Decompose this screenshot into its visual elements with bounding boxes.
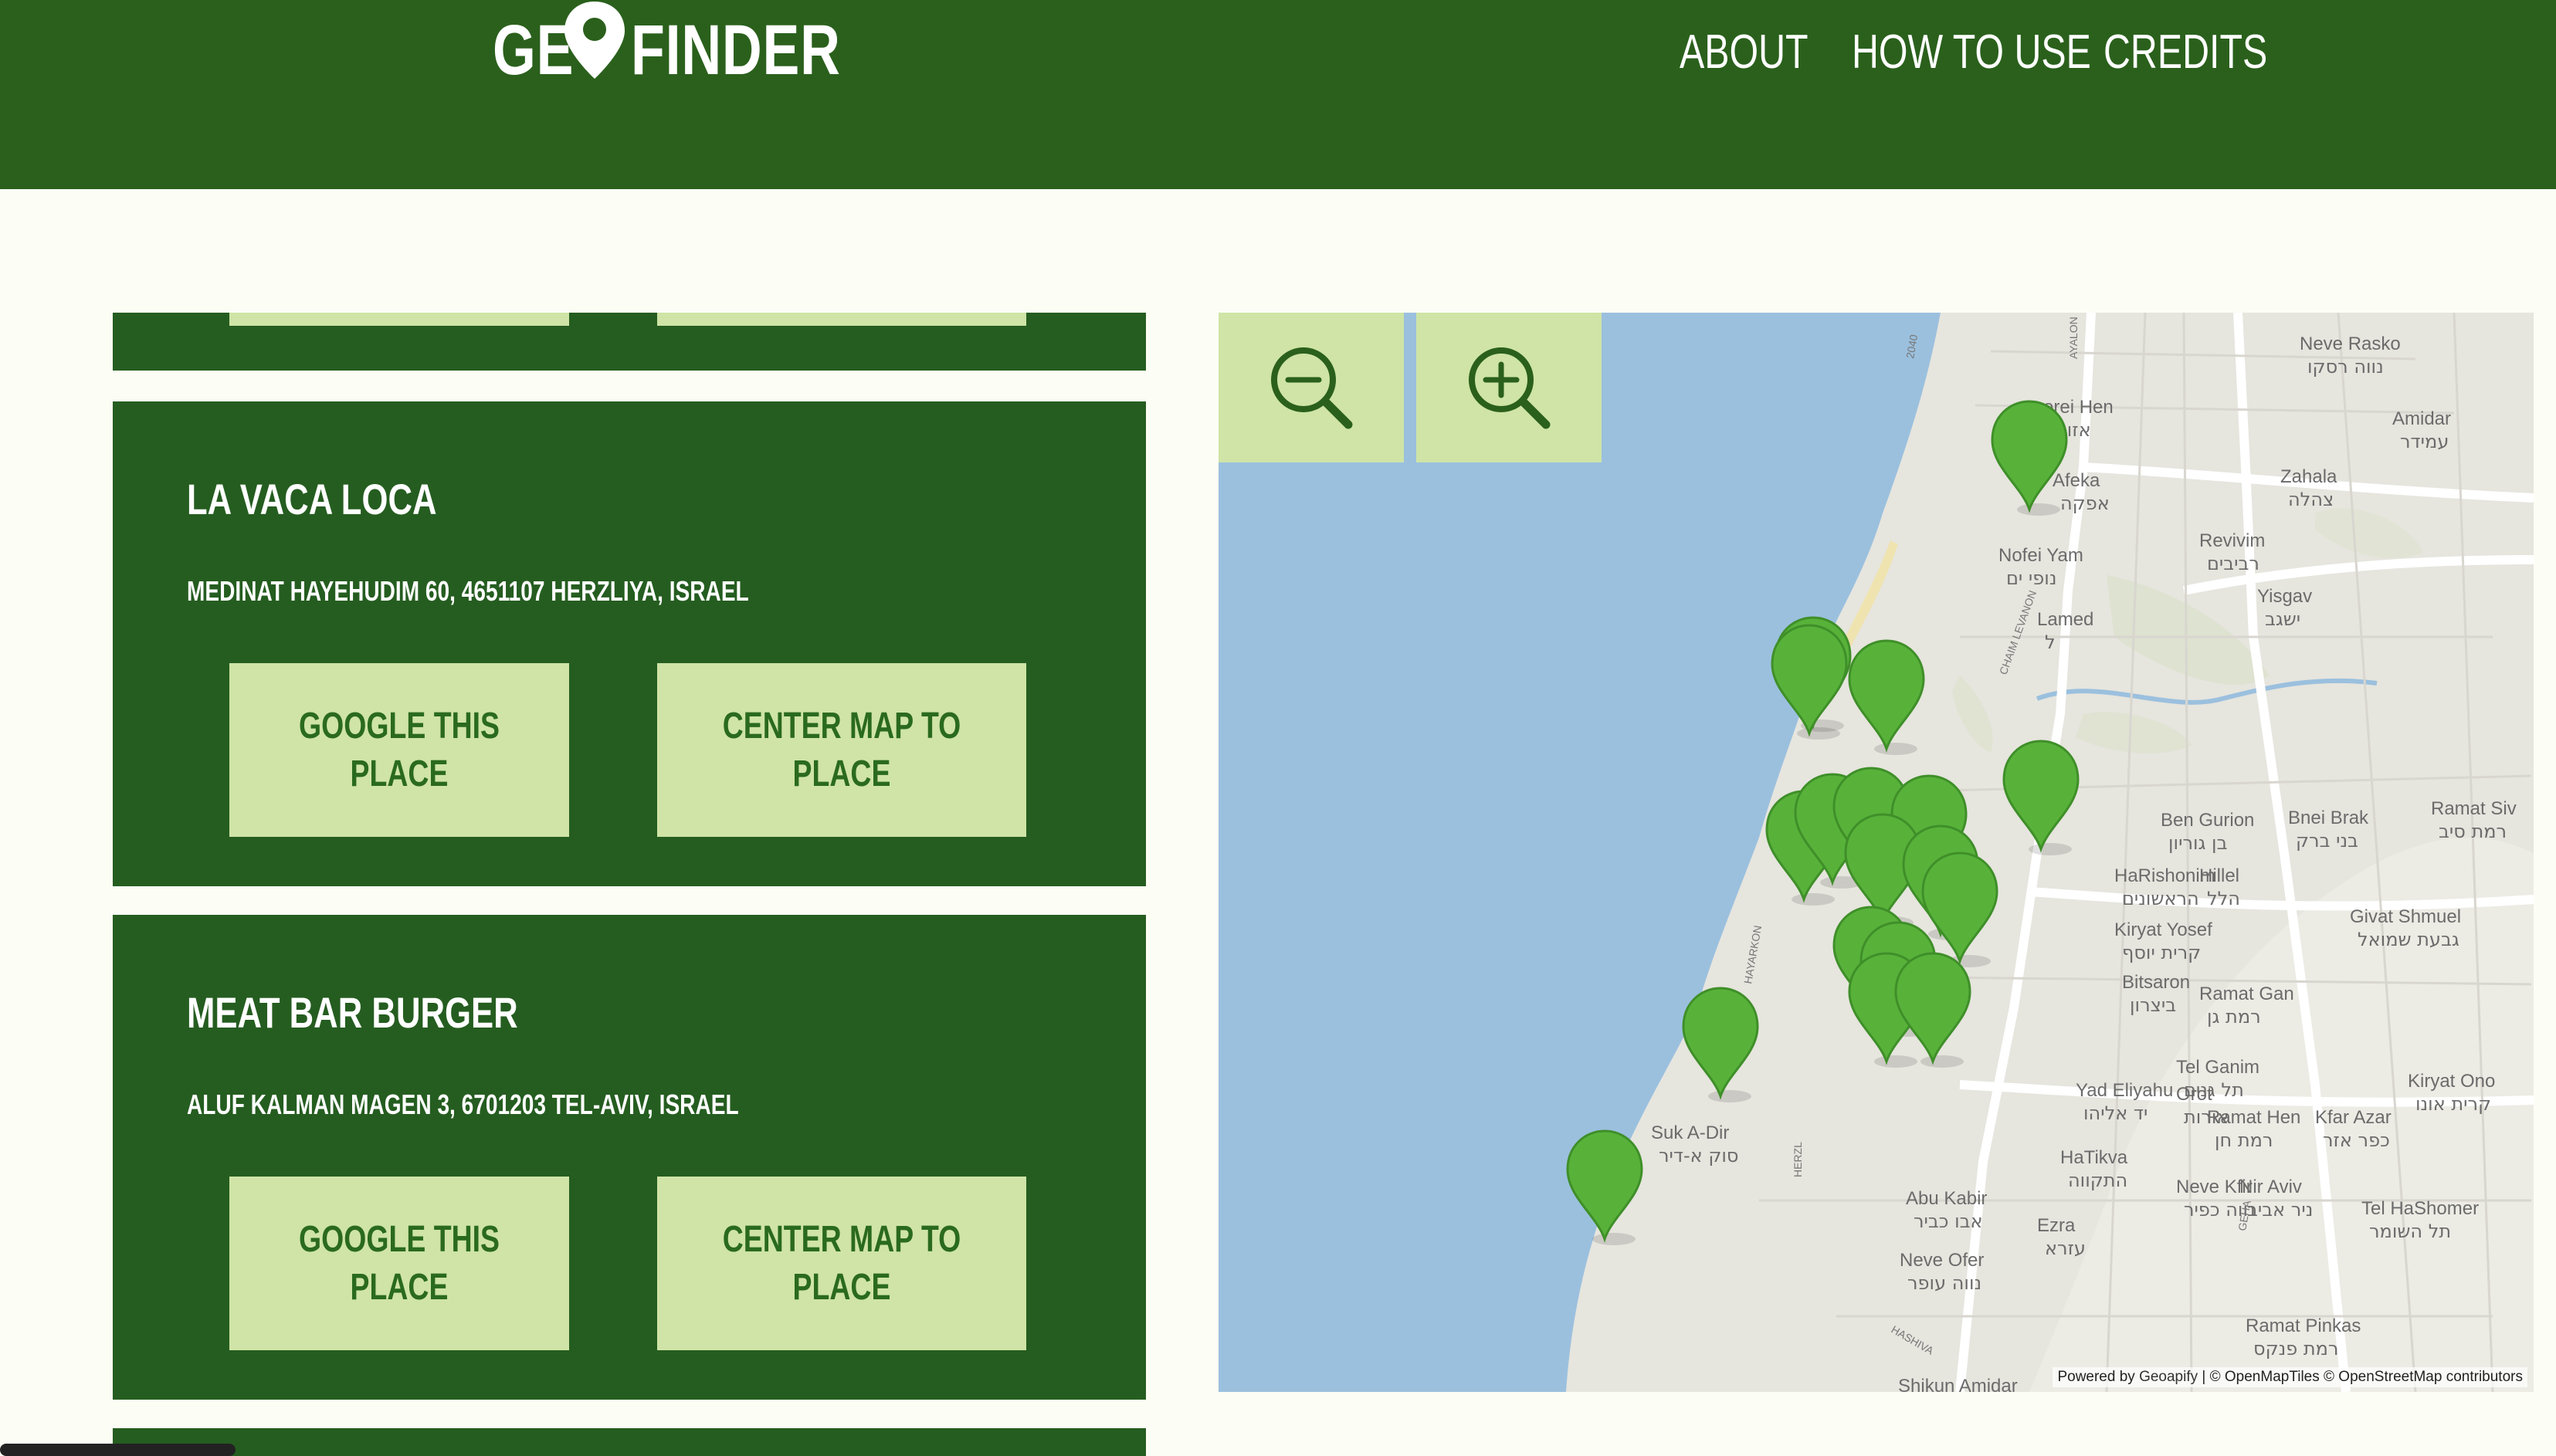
nav-credits[interactable]: CREDITS	[2103, 22, 2314, 83]
map-place-label: Lamed	[2037, 609, 2093, 630]
map-road-label: AYALON	[2067, 317, 2080, 359]
place-card: MEAT BAR BURGER ALUF KALMAN MAGEN 3, 670…	[113, 915, 1146, 1400]
map-place-label-he: רביבים	[2207, 553, 2259, 574]
map-place-label: Ramat Pinkas	[2246, 1315, 2361, 1336]
map-place-label-he: התקווה	[2068, 1170, 2127, 1191]
map-place-label-he: ל	[2045, 631, 2056, 653]
zoom-out-button[interactable]	[1219, 313, 1404, 462]
map-place-label: Nir Aviv	[2239, 1177, 2302, 1197]
map-place-label: Ramat Siv	[2431, 798, 2517, 819]
map-place-label-he: רמת סיב	[2439, 821, 2507, 842]
map-place-label: Suk A-Dir	[1651, 1122, 1729, 1143]
map-place-label-he: כפר אזר	[2323, 1129, 2390, 1151]
map-place-label: Neve Rasko	[2300, 334, 2401, 354]
google-place-button[interactable]: GOOGLE THIS PLACE	[229, 663, 569, 837]
map-place-label: Ramat Hen	[2207, 1107, 2300, 1128]
map-place-label: Tel HaShomer	[2361, 1198, 2479, 1219]
nav-about[interactable]: ABOUT	[1680, 22, 1845, 83]
map-road-label: HERZL	[1792, 1142, 1804, 1177]
map-place-label-he: נווה רסקו	[2307, 356, 2384, 378]
map-place-label: Shikun Amidar	[1898, 1376, 2018, 1392]
horizontal-scrollbar[interactable]	[0, 1444, 236, 1456]
map-place-label: Ramat Gan	[2199, 984, 2294, 1004]
map-place-label-he: נווה עופר	[1907, 1272, 1981, 1294]
map-place-label-he: יד אליהו	[2083, 1102, 2148, 1124]
map-place-label: Afeka	[2053, 470, 2100, 491]
map-place-label-he: בן גוריון	[2168, 832, 2227, 854]
map-place-label: Ben Gurion	[2161, 810, 2254, 831]
map-place-label-he: הראשונים	[2122, 888, 2199, 909]
map-place-label: Abu Kabir	[1906, 1188, 1987, 1209]
map-place-label: Neve Ofer	[1900, 1250, 1984, 1271]
map-place-label-he: ישגב	[2265, 608, 2300, 630]
place-name: MEAT BAR BURGER	[187, 988, 518, 1037]
map-place-label: Yisgav	[2257, 586, 2312, 607]
logo-text-right: FINDER	[631, 11, 841, 90]
center-map-button[interactable]: CENTER MAP TO PLACE	[657, 1177, 1026, 1350]
zoom-in-icon	[1469, 347, 1551, 429]
map-place-label: Kiryat Yosef	[2114, 919, 2212, 940]
map-place-label: Kiryat Ono	[2408, 1071, 2495, 1092]
place-card: LA VACA LOCA MEDINAT HAYEHUDIM 60, 46511…	[113, 401, 1146, 886]
map-place-label: Tel Ganim	[2176, 1057, 2259, 1078]
google-place-button[interactable]	[229, 313, 569, 326]
geoapify-link[interactable]: Geoapify	[2139, 1369, 2198, 1385]
place-address: ALUF KALMAN MAGEN 3, 6701203 TEL-AVIV, I…	[187, 1089, 739, 1120]
place-address: MEDINAT HAYEHUDIM 60, 4651107 HERZLIYA, …	[187, 575, 749, 607]
map-place-label: Bnei Brak	[2288, 808, 2369, 828]
site-logo[interactable]: GE FINDER	[493, 0, 900, 93]
place-name: LA VACA LOCA	[187, 475, 437, 523]
map-place-label-he: הלל	[2207, 888, 2240, 909]
place-card-partial	[113, 313, 1146, 371]
map-place-label-he: עמידר	[2400, 431, 2449, 452]
places-list[interactable]: LA VACA LOCA MEDINAT HAYEHUDIM 60, 46511…	[113, 313, 1146, 1456]
map-place-label: Orot	[2176, 1084, 2212, 1105]
map-view[interactable]: Neve Rasko נווה רסקו Amidar עמידר Azorei Hen…	[1219, 313, 2534, 1392]
google-place-button[interactable]: GOOGLE THIS PLACE	[229, 1177, 569, 1350]
map-place-label: Givat Shmuel	[2350, 906, 2461, 927]
map-place-label: Zahala	[2280, 466, 2337, 487]
map-place-label-he: נופי ים	[2006, 567, 2056, 589]
map-place-label: Amidar	[2392, 408, 2451, 429]
map-place-label-he: קרית יוסף	[2122, 942, 2201, 963]
map-place-label-he: רמת גן	[2207, 1006, 2261, 1028]
map-place-label: Hillel	[2199, 865, 2239, 886]
map-place-label: Bitsaron	[2122, 972, 2190, 993]
map-place-label-he: תל השומר	[2369, 1221, 2451, 1242]
map-place-label: Nofei Yam	[1998, 545, 2083, 566]
map-place-label-he: צהלה	[2288, 489, 2334, 510]
map-place-label: Ezra	[2037, 1215, 2076, 1236]
map-place-label: Kfar Azar	[2315, 1107, 2392, 1128]
map-place-label-he: סוק א-דיר	[1659, 1145, 1739, 1166]
map-place-label-he: בני ברק	[2296, 830, 2358, 852]
map-place-label: Revivim	[2199, 530, 2265, 551]
map-place-label-he: קרית אונו	[2415, 1093, 2491, 1115]
map-place-label: Yad Eliyahu	[2076, 1080, 2173, 1101]
map-canvas[interactable]: Neve Raskoנווה רסקוAmidarעמידרAzorei Hen…	[1219, 313, 2534, 1392]
map-attribution: Powered by Geoapify | © OpenMapTiles © O…	[2053, 1367, 2527, 1387]
map-place-label-he: גבעת שמואל	[2358, 929, 2459, 950]
center-map-button[interactable]	[657, 313, 1026, 326]
logo-text-left: GE	[493, 11, 575, 90]
map-place-label-he: עזרא	[2045, 1238, 2086, 1259]
map-place-label-he: ניר אביב	[2247, 1199, 2313, 1221]
place-card-partial	[113, 1428, 1146, 1456]
site-header: GE FINDER ABOUT HOW TO USE CREDITS	[0, 0, 2556, 189]
map-place-label-he: אבו כביר	[1914, 1211, 1983, 1232]
map-place-label-he: רמת פנקס	[2253, 1338, 2338, 1359]
map-place-label-he: ביצרון	[2130, 994, 2176, 1016]
map-place-label-he: אפקה	[2060, 493, 2110, 514]
map-place-label: HaTikva	[2060, 1147, 2128, 1168]
zoom-out-icon	[1271, 347, 1353, 429]
map-place-label-he: רמת חן	[2215, 1129, 2273, 1151]
center-map-button[interactable]: CENTER MAP TO PLACE	[657, 663, 1026, 837]
zoom-in-button[interactable]	[1416, 313, 1602, 462]
